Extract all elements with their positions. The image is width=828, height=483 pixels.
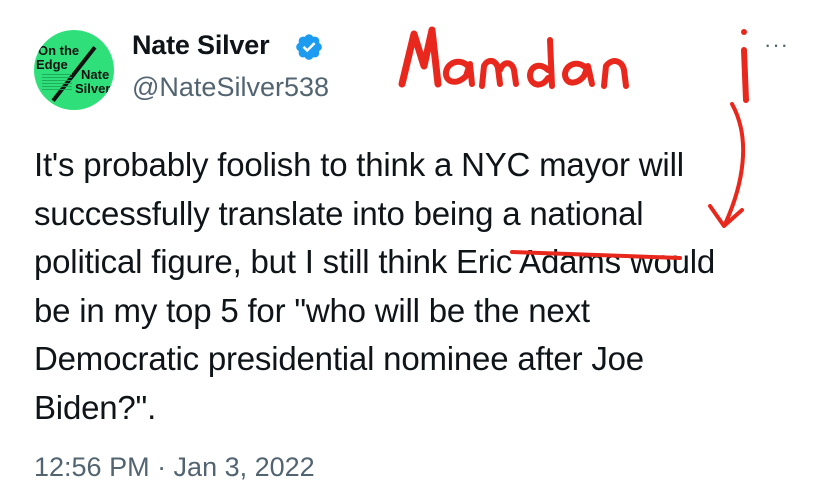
more-options-icon[interactable]: ···: [764, 34, 789, 56]
verified-badge-icon[interactable]: [294, 32, 324, 62]
tweet-line: It's probably foolish to think a NYC may…: [34, 146, 684, 183]
annotation-letter-i: [741, 47, 749, 103]
annotation-letter-a2: [562, 60, 595, 87]
tweet-line: Biden?".: [34, 388, 157, 426]
avatar-pattern: [42, 74, 72, 90]
tweet-line: political figure, but I still think Eric…: [34, 243, 716, 281]
tweet-line: successfully translate into being a nati…: [34, 194, 644, 232]
tweet-timestamp[interactable]: 12:56 PM · Jan 3, 2022: [34, 452, 315, 483]
annotation-letter-d: [527, 37, 555, 89]
avatar[interactable]: On the Edge Nate Silver: [34, 30, 114, 110]
author-display-name[interactable]: Nate Silver: [132, 30, 270, 61]
annotation-letter-i-dot: [741, 29, 747, 35]
avatar-text-line-4: Silver: [75, 81, 111, 96]
avatar-text-line-2: Edge: [36, 57, 68, 72]
tweet-line: be in my top 5 for "who will be the next: [34, 291, 590, 329]
avatar-text-line-3: Nate: [81, 67, 110, 82]
annotation-letter-m: [398, 26, 442, 88]
annotation-letter-m2: [479, 58, 519, 89]
tweet-line: Democratic presidential nominee after Jo…: [34, 340, 644, 378]
tweet-text: It's probably foolish to think a NYC may…: [34, 141, 814, 433]
author-handle[interactable]: @NateSilver538: [132, 72, 329, 103]
avatar-text-line-1: On the: [38, 43, 80, 58]
annotation-letter-n: [601, 58, 629, 89]
annotation-letter-a: [443, 58, 475, 87]
